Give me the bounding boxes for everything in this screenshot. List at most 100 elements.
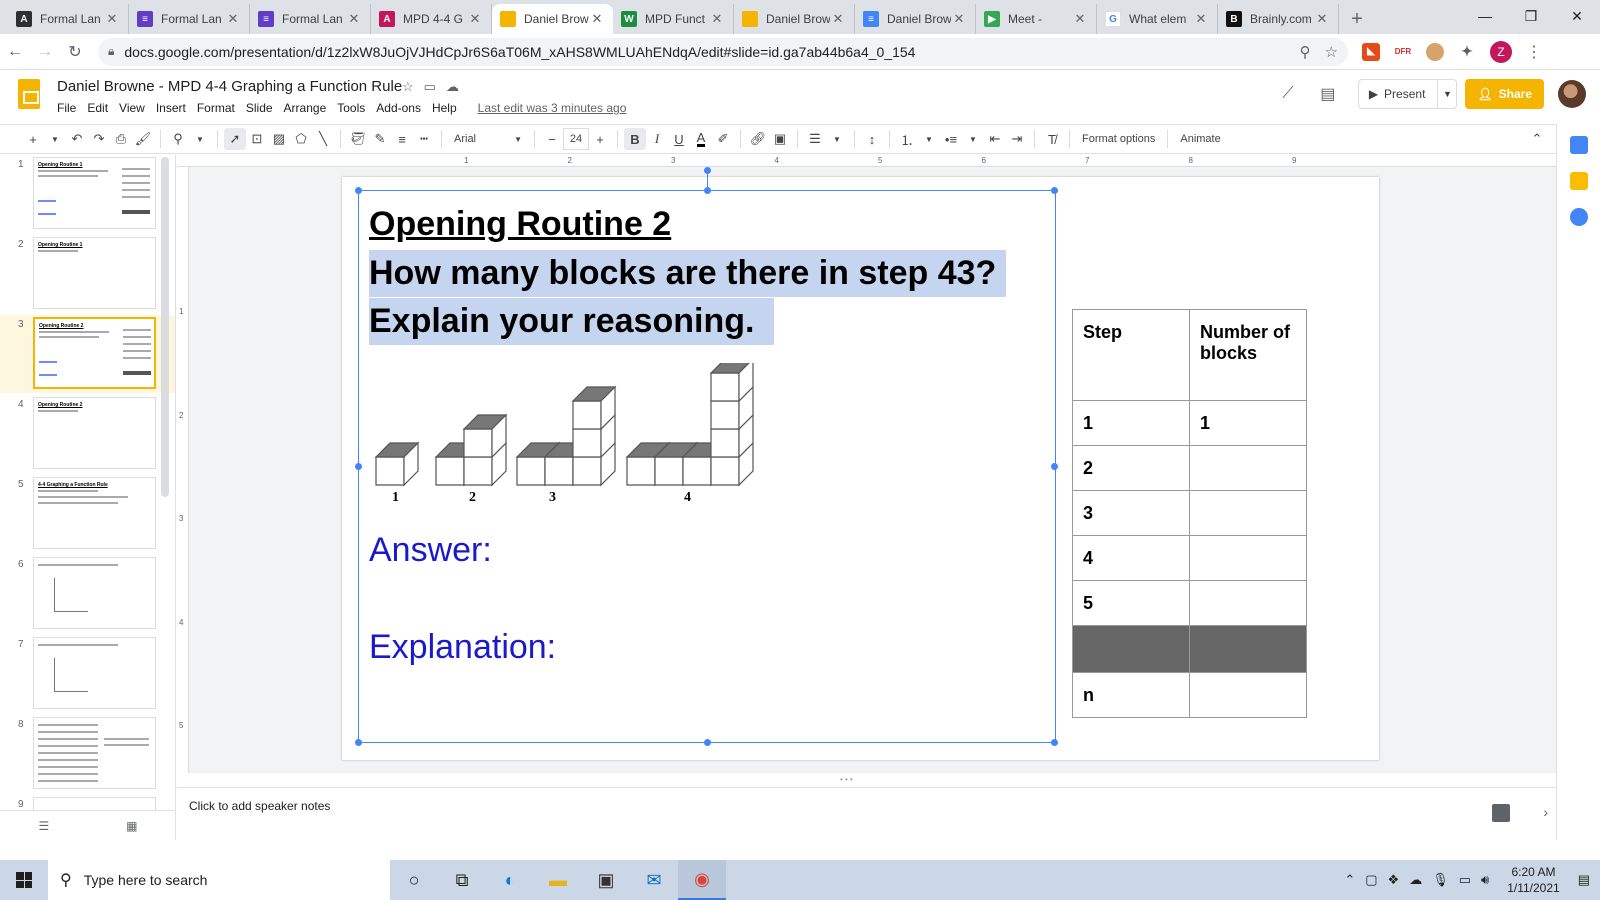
- expand-side-panel-icon[interactable]: ›: [1543, 804, 1548, 820]
- question-line-1[interactable]: How many blocks are there in step 43?: [369, 250, 1007, 297]
- network-icon[interactable]: ▭: [1459, 872, 1471, 888]
- star-icon[interactable]: ☆: [402, 79, 414, 95]
- dropbox-icon[interactable]: ❖: [1388, 872, 1400, 888]
- text-color-icon[interactable]: A: [690, 128, 712, 150]
- table-cell[interactable]: [1189, 535, 1307, 581]
- slide-thumbnail[interactable]: 8: [0, 715, 175, 793]
- reload-icon[interactable]: ↻: [60, 42, 90, 62]
- table-cell[interactable]: 4: [1072, 535, 1190, 581]
- numbered-list-dropdown-icon[interactable]: ▼: [918, 128, 940, 150]
- line-icon[interactable]: ╲: [312, 128, 334, 150]
- taskbar-search[interactable]: ⚲ Type here to search: [48, 860, 390, 900]
- answer-label[interactable]: Answer:: [369, 531, 492, 570]
- notes-resize-grip[interactable]: • • •: [840, 775, 853, 784]
- menu-addons[interactable]: Add-ons: [376, 101, 428, 115]
- print-icon[interactable]: ⎙: [110, 128, 132, 150]
- menu-insert[interactable]: Insert: [156, 101, 193, 115]
- align-dropdown-icon[interactable]: ▼: [826, 128, 848, 150]
- omnibox[interactable]: 🔒︎ docs.google.com/presentation/d/1z2lxW…: [98, 37, 1348, 66]
- file-explorer-icon[interactable]: ▬: [534, 860, 582, 900]
- highlight-icon[interactable]: ✐: [712, 128, 734, 150]
- increase-indent-icon[interactable]: ⇥: [1006, 128, 1028, 150]
- tab-close-icon[interactable]: ✕: [104, 11, 120, 27]
- selected-text-box[interactable]: Opening Routine 2 How many blocks are th…: [355, 167, 1058, 746]
- document-title[interactable]: Daniel Browne - MPD 4-4 Graphing a Funct…: [57, 78, 402, 95]
- resize-handle[interactable]: [355, 463, 362, 470]
- border-weight-icon[interactable]: ≡: [391, 128, 413, 150]
- resize-handle[interactable]: [704, 739, 711, 746]
- browser-tab[interactable]: Daniel Brow ✕: [492, 4, 613, 34]
- bulleted-list-dropdown-icon[interactable]: ▼: [962, 128, 984, 150]
- slide-thumbnail[interactable]: 3 Opening Routine 2: [0, 315, 175, 393]
- tab-close-icon[interactable]: ✕: [589, 11, 605, 27]
- browser-tab[interactable]: ≡ Daniel Brow ✕: [855, 4, 976, 34]
- menu-help[interactable]: Help: [432, 101, 464, 115]
- browser-tab[interactable]: ≡ Formal Lan ✕: [250, 4, 371, 34]
- present-dropdown-icon[interactable]: ▼: [1438, 89, 1456, 99]
- resize-handle[interactable]: [1051, 187, 1058, 194]
- tab-close-icon[interactable]: ✕: [225, 11, 241, 27]
- browser-tab[interactable]: A MPD 4-4 G ✕: [371, 4, 492, 34]
- browser-menu-icon[interactable]: ⋮: [1526, 42, 1542, 62]
- line-spacing-icon[interactable]: ↕: [861, 128, 883, 150]
- onedrive-icon[interactable]: ☁: [1409, 872, 1422, 888]
- store-icon[interactable]: ▣: [582, 860, 630, 900]
- edge-icon[interactable]: ◐: [486, 860, 534, 900]
- question-line-2[interactable]: Explain your reasoning.: [369, 298, 775, 345]
- start-button[interactable]: [0, 860, 48, 900]
- system-clock[interactable]: 6:20 AM 1/11/2021: [1507, 864, 1560, 896]
- restore-icon[interactable]: ❐: [1508, 0, 1554, 32]
- extension-dfr-icon[interactable]: DFR: [1394, 42, 1412, 61]
- decrease-font-size-icon[interactable]: −: [541, 128, 563, 150]
- slide-thumbnail[interactable]: 2 Opening Routine 1: [0, 235, 175, 313]
- browser-tab[interactable]: ≡ Formal Lan ✕: [129, 4, 250, 34]
- browser-tab[interactable]: ▶ Meet - ✕: [976, 4, 1097, 34]
- explanation-label[interactable]: Explanation:: [369, 628, 556, 667]
- fill-color-icon[interactable]: 🪣︎: [347, 128, 369, 150]
- font-size-input[interactable]: 24: [563, 128, 589, 150]
- close-window-icon[interactable]: ✕: [1554, 0, 1600, 32]
- slide-heading[interactable]: Opening Routine 2: [369, 205, 671, 244]
- slide-thumbnail[interactable]: 4 Opening Routine 2: [0, 395, 175, 473]
- link-icon[interactable]: 🔗︎: [747, 128, 769, 150]
- tab-close-icon[interactable]: ✕: [830, 11, 846, 27]
- comments-icon[interactable]: ▤: [1308, 84, 1348, 104]
- clear-formatting-icon[interactable]: T̸: [1041, 128, 1063, 150]
- speaker-notes-panel[interactable]: Click to add speaker notes ›: [177, 787, 1556, 840]
- share-button[interactable]: 👤︎ Share: [1465, 79, 1544, 109]
- slide-thumbnail[interactable]: 1 Opening Routine 1: [0, 155, 175, 233]
- undo-icon[interactable]: ↶: [66, 128, 88, 150]
- tab-close-icon[interactable]: ✕: [1314, 11, 1330, 27]
- tab-close-icon[interactable]: ✕: [709, 11, 725, 27]
- grid-view-icon[interactable]: ▦: [126, 819, 137, 833]
- slide-thumbnail[interactable]: 7: [0, 635, 175, 713]
- table-cell[interactable]: 5: [1072, 580, 1190, 626]
- table-cell[interactable]: [1072, 625, 1190, 673]
- comment-add-icon[interactable]: ▣: [769, 128, 791, 150]
- browser-tab[interactable]: A Formal Lan ✕: [8, 4, 129, 34]
- cortana-icon[interactable]: ○: [390, 860, 438, 900]
- table-cell[interactable]: 2: [1072, 445, 1190, 491]
- cookie-extension-icon[interactable]: [1426, 42, 1444, 61]
- table-cell[interactable]: 1: [1189, 400, 1307, 446]
- tab-close-icon[interactable]: ✕: [1193, 11, 1209, 27]
- present-button[interactable]: ▶ Present ▼: [1357, 79, 1458, 109]
- volume-icon[interactable]: 🔊︎: [1481, 872, 1489, 888]
- border-dash-icon[interactable]: ┅: [413, 128, 435, 150]
- explore-icon[interactable]: [1492, 804, 1510, 822]
- bookmark-star-icon[interactable]: ☆: [1325, 43, 1338, 61]
- calendar-icon[interactable]: [1569, 136, 1588, 154]
- meet-icon[interactable]: ▢: [1365, 872, 1377, 888]
- minimize-icon[interactable]: —: [1462, 0, 1508, 32]
- table-cell[interactable]: n: [1072, 672, 1190, 718]
- new-tab-button[interactable]: +: [1339, 4, 1375, 34]
- zoom-dropdown-icon[interactable]: ▼: [189, 128, 211, 150]
- new-slide-dropdown-icon[interactable]: ▼: [44, 128, 66, 150]
- puzzle-icon[interactable]: ✦: [1458, 42, 1476, 61]
- slide-thumbnail[interactable]: 6: [0, 555, 175, 633]
- show-hidden-icons-icon[interactable]: ⌃: [1344, 872, 1355, 888]
- chrome-icon[interactable]: ◉: [678, 860, 726, 900]
- underline-icon[interactable]: U: [668, 128, 690, 150]
- menu-slide[interactable]: Slide: [246, 101, 280, 115]
- zoom-tool-icon[interactable]: ⚲: [167, 128, 189, 150]
